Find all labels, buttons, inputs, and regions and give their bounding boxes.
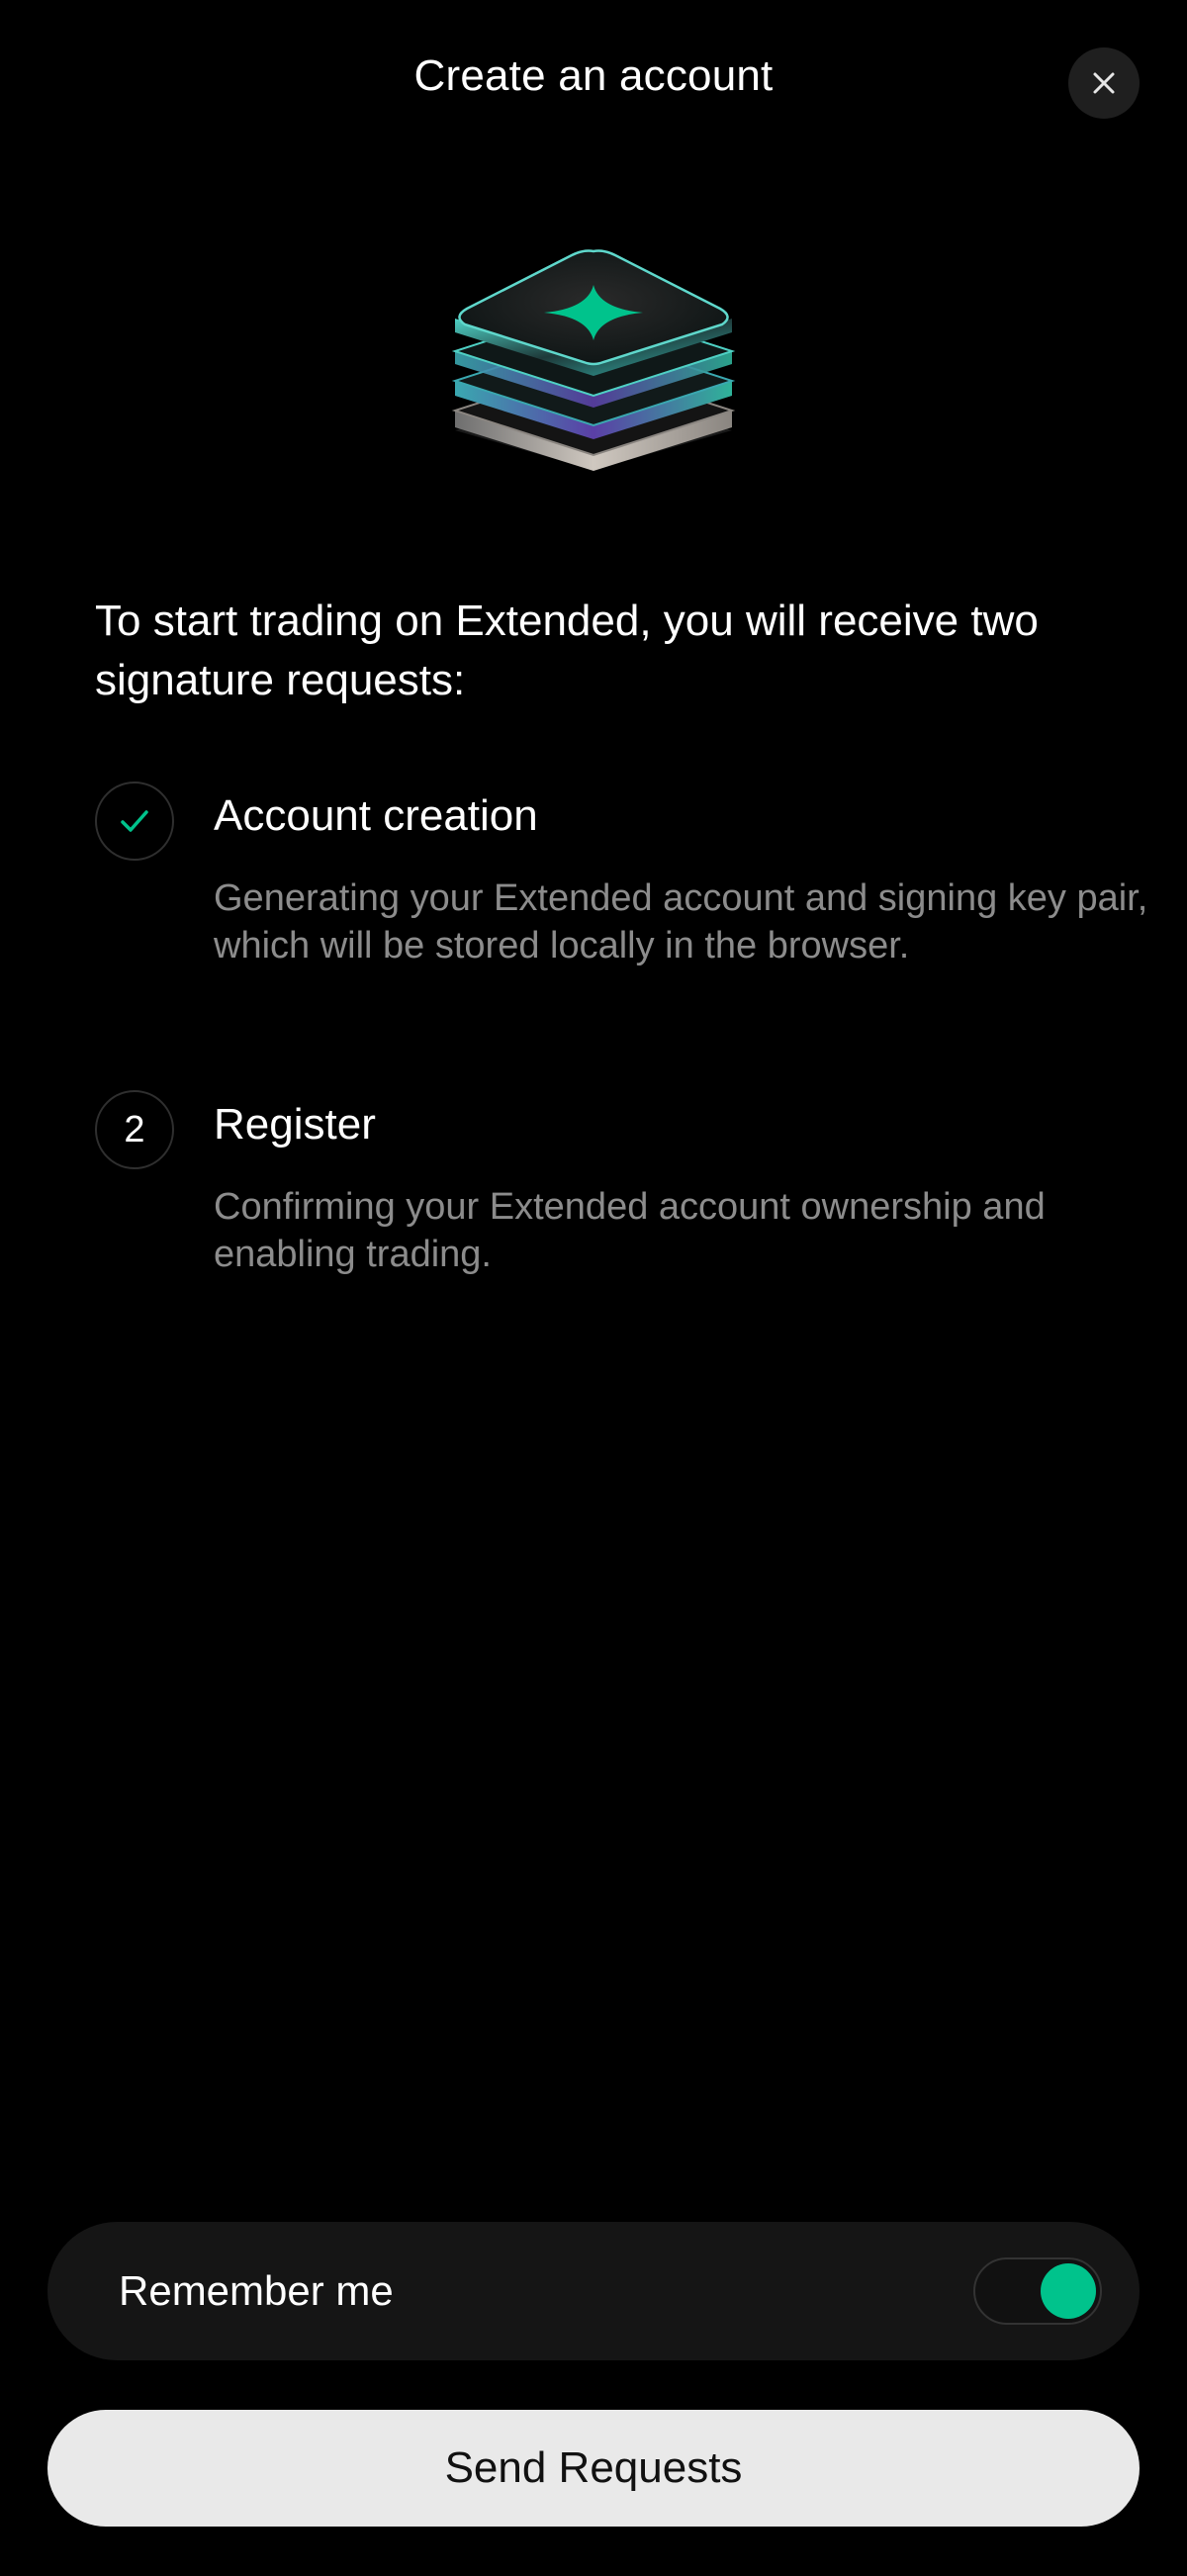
intro-text: To start trading on Extended, you will r… [95, 597, 1039, 704]
remember-me-label: Remember me [119, 2267, 394, 2314]
remember-me-row: Remember me [47, 2222, 1140, 2360]
step-title: Register [214, 1100, 376, 1149]
step-title: Account creation [214, 791, 538, 840]
remember-me-toggle[interactable] [973, 2257, 1102, 2325]
step-status-badge [95, 782, 174, 861]
step-description: Generating your Extended account and sig… [214, 877, 1148, 966]
send-requests-button[interactable]: Send Requests [47, 2410, 1140, 2527]
toggle-knob [1041, 2263, 1096, 2319]
close-button[interactable] [1068, 47, 1140, 119]
hero-illustration [445, 237, 742, 475]
close-icon [1093, 72, 1115, 94]
page-title: Create an account [413, 51, 774, 100]
checkmark-icon [121, 810, 148, 832]
modal-header: Create an account [0, 0, 1187, 168]
step-description: Confirming your Extended account ownersh… [214, 1186, 1046, 1275]
stacked-layers-star-icon [451, 249, 736, 471]
step-number-badge: 2 [95, 1090, 174, 1169]
